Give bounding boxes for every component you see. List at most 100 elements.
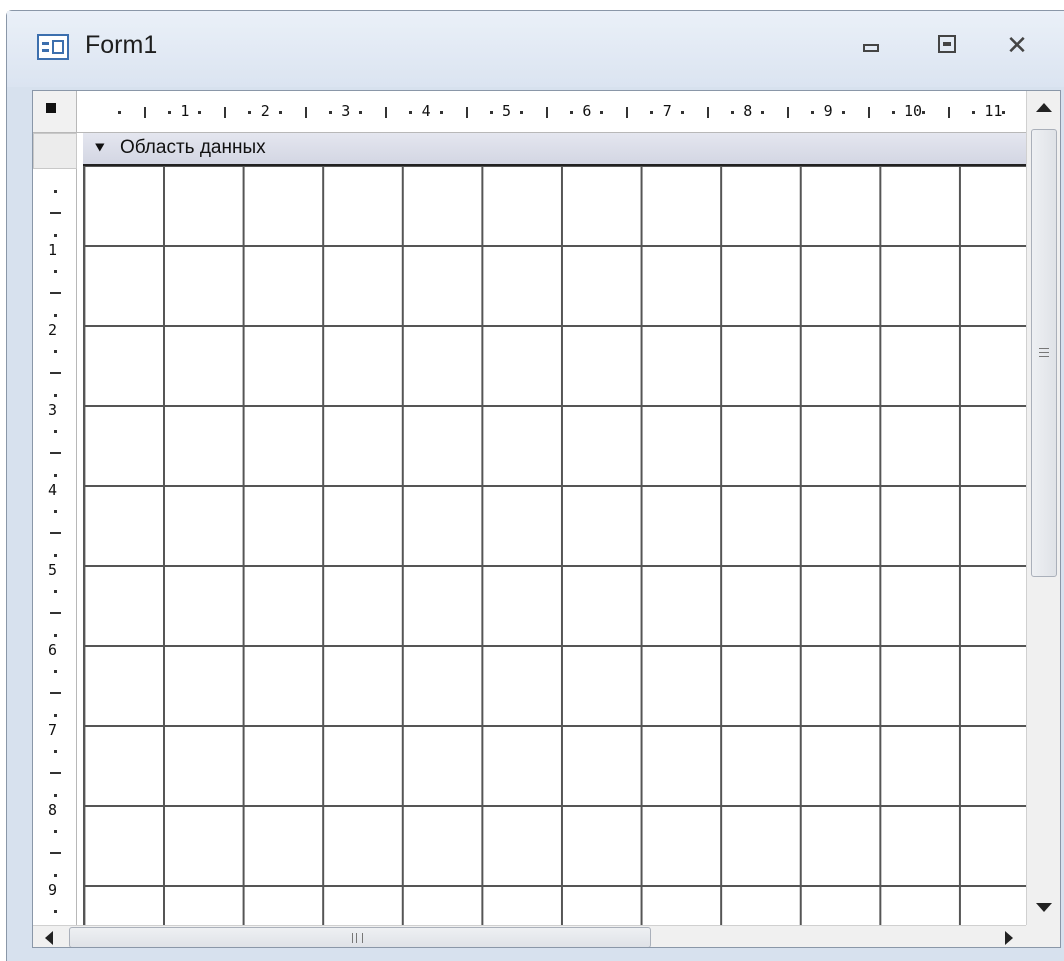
ruler-tick bbox=[546, 107, 548, 118]
restore-icon[interactable] bbox=[927, 25, 967, 65]
ruler-tick bbox=[304, 107, 307, 118]
ruler-tick bbox=[50, 452, 61, 454]
ruler-tick bbox=[54, 750, 57, 753]
ruler-tick bbox=[118, 111, 121, 114]
ruler-tick bbox=[650, 111, 654, 114]
scroll-left-icon[interactable] bbox=[33, 926, 67, 947]
horizontal-scrollbar[interactable] bbox=[33, 925, 1026, 947]
form-icon[interactable] bbox=[37, 34, 69, 60]
ruler-tick bbox=[626, 107, 629, 118]
ruler-tick bbox=[787, 107, 790, 118]
ruler-tick bbox=[948, 107, 950, 118]
ruler-tick bbox=[922, 111, 925, 114]
grip-icon bbox=[352, 933, 363, 943]
ruler-tick bbox=[224, 107, 227, 118]
ruler-tick bbox=[54, 634, 57, 637]
ruler-label: 4 bbox=[48, 481, 58, 499]
ruler-label: 9 bbox=[823, 102, 833, 120]
ruler-label: 3 bbox=[48, 401, 58, 419]
ruler-tick bbox=[761, 111, 765, 114]
ruler-tick bbox=[54, 350, 57, 353]
ruler-label: 8 bbox=[743, 102, 753, 120]
ruler-tick bbox=[54, 394, 57, 397]
ruler-tick bbox=[50, 212, 61, 214]
vertical-scrollbar[interactable] bbox=[1026, 91, 1060, 925]
close-icon[interactable]: ✕ bbox=[997, 25, 1037, 65]
title-bar[interactable]: Form1 ✕ bbox=[7, 11, 1064, 87]
ruler-label: 10 bbox=[904, 102, 923, 120]
ruler-label: 7 bbox=[662, 102, 672, 120]
ruler-label: 5 bbox=[48, 561, 58, 579]
detail-section-header[interactable]: ⯆ Область данных bbox=[83, 133, 1026, 166]
ruler-label: 4 bbox=[421, 102, 431, 120]
ruler-label: 6 bbox=[48, 641, 58, 659]
ruler-tick bbox=[50, 852, 61, 854]
ruler-tick bbox=[50, 292, 61, 294]
grip-icon bbox=[1039, 348, 1049, 357]
form-design-area: 1 2 3 4 5 6 7 8 9 10 11 123456789 ⯆ Область данных bbox=[32, 90, 1061, 948]
vertical-ruler[interactable]: 1 2 3 4 5 6 7 8 9 bbox=[33, 133, 77, 925]
ruler-tick bbox=[706, 107, 709, 118]
ruler-tick bbox=[54, 474, 57, 477]
form-selector-button[interactable] bbox=[33, 91, 77, 133]
ruler-tick bbox=[50, 612, 61, 614]
ruler-tick bbox=[54, 190, 57, 193]
ruler-label: 9 bbox=[48, 881, 58, 899]
ruler-tick bbox=[867, 107, 870, 118]
ruler-tick bbox=[168, 111, 171, 114]
vertical-scroll-thumb[interactable] bbox=[1031, 129, 1057, 577]
minimize-icon[interactable] bbox=[851, 25, 891, 65]
ruler-tick bbox=[50, 532, 61, 534]
ruler-tick bbox=[54, 314, 57, 317]
ruler-label: 5 bbox=[502, 102, 512, 120]
horizontal-ruler[interactable]: 1 2 3 4 5 6 7 8 9 10 11 bbox=[77, 91, 1026, 133]
ruler-label: 2 bbox=[48, 321, 58, 339]
ruler-tick bbox=[841, 111, 845, 114]
ruler-tick bbox=[54, 234, 57, 237]
ruler-tick bbox=[465, 107, 468, 118]
ruler-label: 7 bbox=[48, 721, 58, 739]
form-window: Form1 ✕ 1 2 3 4 5 6 7 8 9 10 11 123456789 ⯆ Област… bbox=[6, 10, 1064, 961]
ruler-tick bbox=[570, 111, 573, 114]
ruler-label: 6 bbox=[582, 102, 592, 120]
ruler-tick bbox=[54, 670, 57, 673]
ruler-tick bbox=[489, 111, 493, 114]
horizontal-scroll-thumb[interactable] bbox=[69, 927, 651, 947]
section-label: Область данных bbox=[120, 137, 266, 158]
ruler-tick bbox=[1002, 111, 1006, 114]
ruler-tick bbox=[50, 372, 61, 374]
section-arrow-icon: ⯆ bbox=[93, 139, 107, 158]
ruler-tick bbox=[54, 430, 57, 433]
ruler-label: 1 bbox=[48, 241, 58, 259]
ruler-tick bbox=[198, 111, 202, 114]
ruler-tick bbox=[972, 111, 975, 114]
ruler-tick bbox=[54, 510, 57, 513]
ruler-tick bbox=[54, 554, 57, 557]
ruler-tick bbox=[891, 111, 895, 114]
ruler-label: 1 bbox=[180, 102, 190, 120]
ruler-tick bbox=[50, 772, 61, 774]
scroll-up-icon[interactable] bbox=[1027, 91, 1060, 125]
ruler-tick bbox=[359, 111, 363, 114]
ruler-label: 2 bbox=[260, 102, 270, 120]
ruler-tick bbox=[54, 270, 57, 273]
ruler-label: 3 bbox=[341, 102, 351, 120]
section-selector[interactable] bbox=[33, 133, 77, 169]
scroll-right-icon[interactable] bbox=[991, 926, 1025, 947]
ruler-tick bbox=[811, 111, 815, 114]
ruler-tick bbox=[409, 111, 413, 114]
ruler-tick bbox=[385, 107, 388, 118]
ruler-tick bbox=[248, 111, 252, 114]
scroll-down-icon[interactable] bbox=[1027, 891, 1060, 925]
ruler-tick bbox=[328, 111, 332, 114]
ruler-tick bbox=[54, 794, 57, 797]
ruler-tick bbox=[730, 111, 734, 114]
ruler-tick bbox=[54, 714, 57, 717]
ruler-tick bbox=[439, 111, 443, 114]
ruler-tick bbox=[54, 874, 57, 877]
scrollbar-corner bbox=[1026, 925, 1060, 947]
ruler-tick bbox=[144, 107, 146, 118]
ruler-tick bbox=[520, 111, 523, 114]
ruler-tick bbox=[278, 111, 282, 114]
design-grid[interactable] bbox=[83, 166, 1026, 925]
